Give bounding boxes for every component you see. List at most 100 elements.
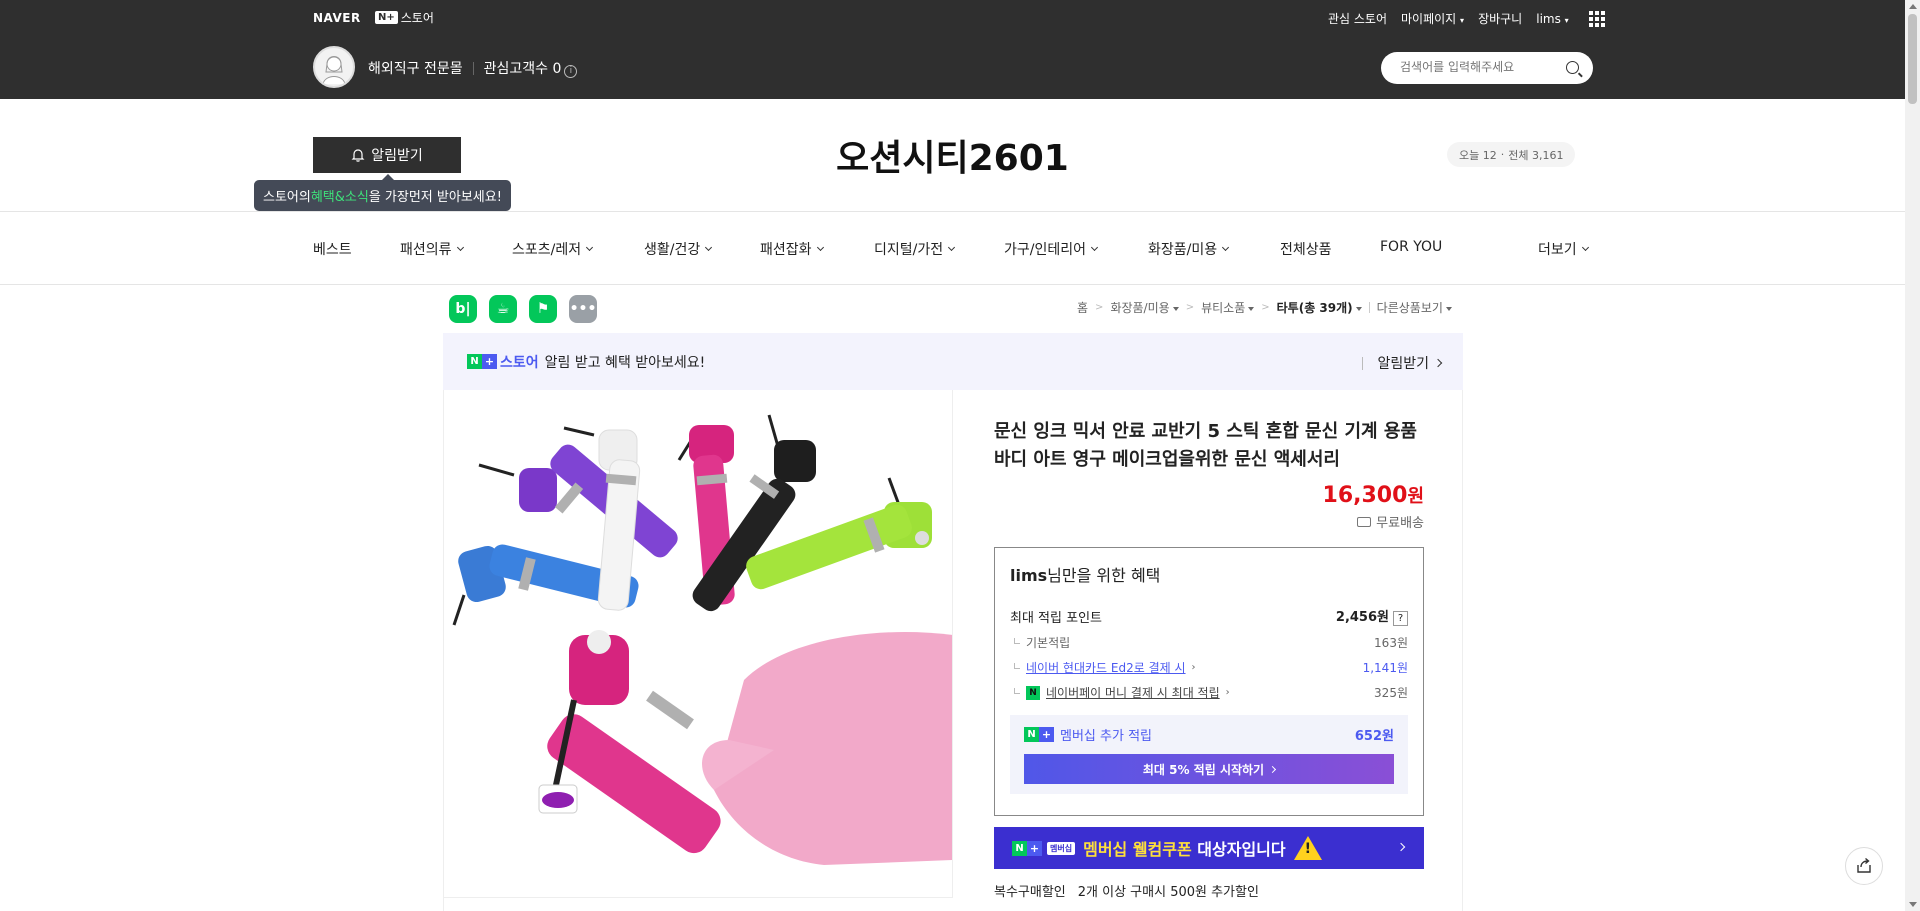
nav-digital-appliance[interactable]: 디지털/가전 xyxy=(874,239,956,259)
nav-all-products[interactable]: 전체상품 xyxy=(1280,239,1332,259)
npay-point-link[interactable]: 네이버페이 머니 결제 시 최대 적립 xyxy=(1046,684,1220,701)
card-point-link[interactable]: 네이버 현대카드 Ed2로 결제 시 xyxy=(1026,659,1186,676)
warning-icon: ! xyxy=(1293,836,1322,860)
scrollbar-thumb[interactable] xyxy=(1908,14,1917,104)
share-icon xyxy=(1857,857,1871,873)
nav-label: 패션의류 xyxy=(400,242,452,258)
nav-fashion-clothing[interactable]: 패션의류 xyxy=(400,239,464,259)
nav-best[interactable]: 베스트 xyxy=(313,239,352,259)
util-mypage[interactable]: 마이페이지 ▾ xyxy=(1401,10,1464,27)
caret-down-icon xyxy=(1248,306,1255,311)
help-icon[interactable]: ? xyxy=(1393,611,1408,626)
product-info: 문신 잉크 믹서 안료 교반기 5 스틱 혼합 문신 기계 용품 바디 아트 영… xyxy=(994,418,1424,900)
nav-label: 가구/인테리어 xyxy=(1004,242,1086,258)
nplus-logo-icon: N + xyxy=(1024,727,1054,742)
nav-cosmetics-beauty[interactable]: 화장품/미용 xyxy=(1148,239,1230,259)
util-user-label: lims xyxy=(1536,11,1561,26)
membership-point-label: 멤버십 추가 적립 xyxy=(1060,729,1152,744)
tattoo-ink-mixers-illustration xyxy=(452,414,952,865)
search-box xyxy=(1381,52,1593,84)
caret-down-icon: ▾ xyxy=(1564,15,1569,25)
nplus-logo-icon: N + xyxy=(1012,840,1042,856)
product-image[interactable] xyxy=(444,390,953,898)
membership-start-button[interactable]: 최대 5% 적립 시작하기 xyxy=(1024,754,1394,784)
caret-down-icon: ▾ xyxy=(1460,16,1465,25)
chevron-down-icon xyxy=(1222,243,1230,252)
scroll-down-arrow-icon[interactable] xyxy=(1909,902,1917,907)
blog-share-icon[interactable]: b| xyxy=(449,295,477,323)
card-point-value: 1,141원 xyxy=(1362,661,1408,675)
naver-pay-icon: N xyxy=(1026,685,1040,700)
nav-label: 베스트 xyxy=(313,242,352,258)
breadcrumb-cat1[interactable]: 화장품/미용 xyxy=(1110,299,1179,316)
nplus-store-logo[interactable]: N+ 스토어 xyxy=(375,9,434,26)
membership-alarm-link[interactable]: 알림받기 xyxy=(1362,353,1443,373)
info-icon[interactable]: i xyxy=(564,65,578,78)
nav-for-you[interactable]: FOR YOU xyxy=(1380,239,1442,255)
visitor-count: 오늘 12 · 전체 3,161 xyxy=(1447,142,1576,167)
breadcrumb-home[interactable]: 홈 xyxy=(1077,299,1088,316)
util-user[interactable]: lims ▾ xyxy=(1536,12,1568,26)
product-section: 문신 잉크 믹서 안료 교반기 5 스틱 혼합 문신 기계 용품 바디 아트 영… xyxy=(443,390,1463,911)
naver-logo[interactable]: NAVER xyxy=(313,11,361,25)
ink-cup xyxy=(538,784,578,814)
divider xyxy=(1368,302,1370,313)
chevron-right-icon: > xyxy=(1095,302,1104,313)
nav-label: 패션잡화 xyxy=(760,242,812,258)
tooltip-post: 을 가장먼저 받아보세요! xyxy=(368,190,502,205)
nav-furniture-interior[interactable]: 가구/인테리어 xyxy=(1004,239,1099,259)
store-avatar[interactable] xyxy=(313,46,355,88)
max-point-row: 최대 적립 포인트 2,456원? xyxy=(1010,606,1408,626)
share-icons: b| ☕ ⚑ ••• xyxy=(449,295,597,323)
nav-sports-leisure[interactable]: 스포츠/레저 xyxy=(512,239,594,259)
price-unit: 원 xyxy=(1407,486,1424,507)
chevron-right-icon: › xyxy=(1191,662,1196,673)
store-header-info: 해외직구 전문몰 관심고객수 0i xyxy=(368,58,578,78)
chevron-right-icon xyxy=(1433,358,1443,368)
max-point-label: 최대 적립 포인트 xyxy=(1010,610,1102,626)
nav-label: 생활/건강 xyxy=(644,242,701,258)
membership-alarm-label: 알림받기 xyxy=(1377,356,1429,372)
alarm-tooltip: 스토어의 혜택&소식 을 가장먼저 받아보세요! xyxy=(254,174,511,211)
nav-label: 화장품/미용 xyxy=(1148,242,1218,258)
store-header-name[interactable]: 해외직구 전문몰 xyxy=(368,58,463,78)
bookmark-share-icon[interactable]: ⚑ xyxy=(529,295,557,323)
search-input[interactable] xyxy=(1400,60,1560,74)
membership-pill: 멤버십 xyxy=(1047,841,1076,855)
interest-count-label: 관심고객수 0 xyxy=(483,61,562,77)
nav-fashion-goods[interactable]: 패션잡화 xyxy=(760,239,824,259)
floating-share-button[interactable] xyxy=(1845,847,1883,885)
cafe-share-icon[interactable]: ☕ xyxy=(489,295,517,323)
search-icon[interactable] xyxy=(1566,61,1579,74)
util-menu: 관심 스토어 마이페이지 ▾ 장바구니 lims ▾ xyxy=(1328,10,1605,27)
nav-living-health[interactable]: 생활/건강 xyxy=(644,239,713,259)
scroll-up-arrow-icon[interactable] xyxy=(1909,4,1917,9)
truck-icon xyxy=(1357,516,1372,527)
chevron-down-icon xyxy=(705,243,713,252)
util-cart[interactable]: 장바구니 xyxy=(1478,10,1522,27)
breadcrumb-cat2[interactable]: 뷰티소품 xyxy=(1201,299,1255,316)
visitors-total: 전체 3,161 xyxy=(1508,148,1564,162)
shipping-label: 무료배송 xyxy=(1376,516,1424,531)
purple-mixer xyxy=(478,444,678,558)
welcome-coupon-rest: 대상자입니다 xyxy=(1191,840,1286,859)
util-interest-store[interactable]: 관심 스토어 xyxy=(1328,10,1387,27)
npay-point-value: 325원 xyxy=(1374,686,1408,700)
chevron-down-icon xyxy=(948,243,956,252)
tree-corner-icon xyxy=(1014,687,1020,694)
more-share-icon[interactable]: ••• xyxy=(569,295,597,323)
breadcrumb-cat2-label: 뷰티소품 xyxy=(1201,301,1246,315)
vertical-scrollbar[interactable] xyxy=(1905,0,1920,911)
chevron-down-icon xyxy=(456,243,464,252)
divider xyxy=(472,61,474,75)
nav-label: 디지털/가전 xyxy=(874,242,944,258)
breadcrumb-other-products[interactable]: 다른상품보기 xyxy=(1377,299,1452,316)
multi-purchase-label: 복수구매할인 xyxy=(994,885,1066,900)
membership-point-value: 652원 xyxy=(1354,729,1394,744)
apps-grid-icon[interactable] xyxy=(1588,10,1605,27)
nav-more[interactable]: 더보기 xyxy=(1538,239,1589,259)
breadcrumb-cat3[interactable]: 타투(총 39개) xyxy=(1277,299,1362,316)
benefit-title: lims님만을 위한 혜택 xyxy=(1010,562,1408,586)
welcome-coupon-banner[interactable]: N + 멤버십 멤버십 웰컴쿠폰 대상자입니다 ! xyxy=(994,827,1424,869)
store-title[interactable]: 오션시티2601 xyxy=(0,129,1905,181)
